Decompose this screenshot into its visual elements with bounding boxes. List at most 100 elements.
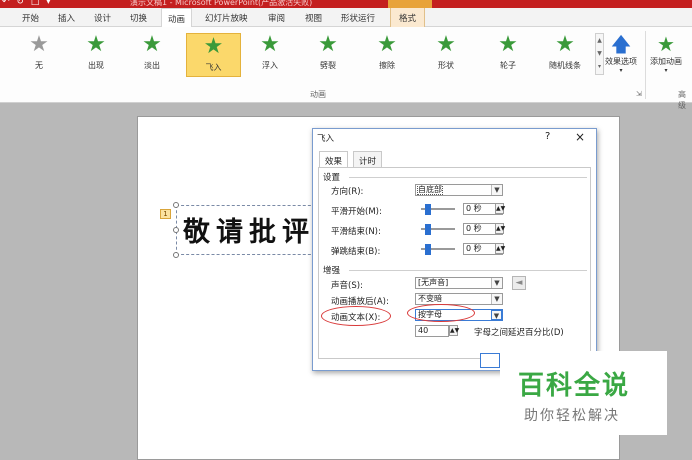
- tab-effect[interactable]: 效果: [319, 151, 349, 168]
- dialog-title: 飞入: [317, 134, 335, 144]
- animation-float-in[interactable]: ★ 浮入: [248, 32, 292, 76]
- speaker-icon[interactable]: ◄: [512, 276, 526, 290]
- bounce-end-label: 弹跳结束(B):: [331, 247, 381, 257]
- slider-thumb[interactable]: [425, 204, 431, 215]
- ribbon: ★ 无 ★ 出现 ★ 淡出 ★ 飞入 ★ 浮入 ★ 劈裂 ★ 擦除 ★ 形状 ★…: [0, 27, 692, 110]
- star-grey-icon: ★: [29, 32, 49, 57]
- effect-options-button[interactable]: 🡅 效果选项 ▾: [605, 32, 637, 74]
- star-green-icon: ★: [260, 32, 280, 57]
- close-button[interactable]: ×: [575, 130, 585, 144]
- tab-home[interactable]: 开始: [22, 12, 39, 24]
- sound-value: [无声音]: [418, 278, 449, 287]
- gallery-scroll[interactable]: ▲ ▼ ▾: [595, 33, 604, 75]
- letter-delay-spinner[interactable]: 40: [415, 325, 449, 337]
- tab-slideshow[interactable]: 幻灯片放映: [205, 12, 248, 24]
- chevron-down-icon: ▾: [619, 67, 623, 74]
- fly-in-dialog: 飞入 ? × 效果 计时 设置 方向(R): 自底部 ▼ 平滑开始(M): 0 …: [312, 128, 597, 371]
- tab-transitions[interactable]: 切换: [130, 12, 147, 24]
- spin-arrows-icon[interactable]: ▲▼: [495, 223, 505, 234]
- animation-shape[interactable]: ★ 形状: [424, 32, 468, 76]
- smooth-start-label: 平滑开始(M):: [331, 207, 382, 217]
- animation-label: 随机线条: [549, 61, 581, 70]
- star-green-icon: ★: [142, 32, 162, 57]
- chevron-down-icon: ▼: [491, 294, 502, 304]
- section-divider: [349, 177, 587, 178]
- animation-fly-in[interactable]: ★ 飞入: [186, 33, 241, 77]
- direction-select[interactable]: 自底部 ▼: [415, 184, 503, 196]
- star-green-icon: ★: [318, 32, 338, 57]
- smooth-end-slider[interactable]: [421, 224, 455, 235]
- star-add-icon: ★: [657, 32, 675, 56]
- window-title: 演示文稿1 - Microsoft PowerPoint(产品激活失败): [130, 0, 313, 7]
- animation-order-tag[interactable]: 1: [160, 209, 171, 219]
- add-animation-button[interactable]: ★ 添加动画 ▾: [650, 32, 682, 74]
- ok-button[interactable]: [480, 353, 500, 368]
- resize-handle[interactable]: [173, 252, 179, 258]
- tab-view[interactable]: 视图: [305, 12, 322, 24]
- letter-delay-label: 字母之间延迟百分比(D): [474, 328, 564, 338]
- slider-thumb[interactable]: [425, 224, 431, 235]
- enhancements-section-label: 增强: [323, 266, 341, 276]
- star-green-icon: ★: [555, 32, 575, 57]
- watermark-subtitle: 助你轻松解决: [524, 408, 620, 424]
- spin-arrows-icon[interactable]: ▲▼: [495, 203, 505, 214]
- animation-label: 无: [35, 61, 43, 70]
- star-green-icon: ★: [203, 34, 224, 59]
- direction-value: 自底部: [417, 185, 443, 195]
- section-divider: [349, 270, 587, 271]
- resize-handle[interactable]: [173, 227, 179, 233]
- watermark: 百科全说 助你轻松解决: [500, 351, 667, 435]
- animation-none[interactable]: ★ 无: [17, 32, 61, 76]
- animation-wipe[interactable]: ★ 擦除: [365, 32, 409, 76]
- animation-label: 轮子: [500, 61, 516, 70]
- context-tool-label: [388, 0, 432, 8]
- chevron-down-icon: ▼: [491, 310, 502, 320]
- resize-handle[interactable]: [173, 202, 179, 208]
- help-button[interactable]: ?: [545, 131, 550, 142]
- slide-text: 敬请批评: [183, 217, 315, 248]
- tab-review[interactable]: 审阅: [268, 12, 285, 24]
- animation-label: 出现: [88, 61, 104, 70]
- watermark-title: 百科全说: [518, 371, 631, 401]
- tab-insert[interactable]: 插入: [58, 12, 75, 24]
- tab-design[interactable]: 设计: [94, 12, 111, 24]
- chevron-down-icon: ▼: [491, 278, 502, 288]
- ribbon-tab-row: 开始 插入 设计 切换 动画 幻灯片放映 审阅 视图 形状运行 格式: [0, 8, 692, 27]
- animation-appear[interactable]: ★ 出现: [74, 32, 118, 76]
- tab-format[interactable]: 格式: [390, 8, 426, 27]
- sound-label: 声音(S):: [331, 281, 363, 291]
- animation-label: 飞入: [205, 63, 222, 72]
- after-animation-select[interactable]: 不变暗 ▼: [415, 293, 503, 305]
- spin-arrows-icon[interactable]: ▲▼: [449, 325, 459, 336]
- animation-fade[interactable]: ★ 淡出: [130, 32, 174, 76]
- chevron-down-icon: ▾: [664, 67, 668, 74]
- group-label-advanced: 高级: [678, 90, 686, 110]
- spin-arrows-icon[interactable]: ▲▼: [495, 243, 505, 254]
- title-bar: ↶ ↻ □ ▾ 演示文稿1 - Microsoft PowerPoint(产品激…: [0, 0, 692, 8]
- direction-label: 方向(R):: [331, 187, 364, 197]
- star-green-icon: ★: [377, 32, 397, 57]
- dialog-launcher-icon[interactable]: ⇲: [636, 90, 642, 98]
- star-green-icon: ★: [86, 32, 106, 57]
- slide-textbox[interactable]: 敬请批评: [176, 205, 321, 255]
- tab-animations[interactable]: 动画: [161, 8, 193, 27]
- slider-thumb[interactable]: [425, 244, 431, 255]
- bounce-end-slider[interactable]: [421, 244, 455, 255]
- tab-timing[interactable]: 计时: [353, 151, 383, 167]
- star-green-icon: ★: [498, 32, 518, 57]
- animation-wheel[interactable]: ★ 轮子: [486, 32, 530, 76]
- group-label-animation: 动画: [310, 90, 326, 99]
- group-separator: [645, 31, 646, 99]
- highlight-ellipse: [321, 306, 391, 326]
- animation-split[interactable]: ★ 劈裂: [306, 32, 350, 76]
- smooth-end-label: 平滑结束(N):: [331, 227, 381, 237]
- star-green-icon: ★: [436, 32, 456, 57]
- sound-select[interactable]: [无声音] ▼: [415, 277, 503, 289]
- chevron-down-icon: ▼: [491, 185, 502, 195]
- animation-random-bars[interactable]: ★ 随机线条: [540, 32, 590, 76]
- tab-shape-run[interactable]: 形状运行: [341, 12, 375, 24]
- animation-label: 浮入: [262, 61, 278, 70]
- quick-access-toolbar[interactable]: ↶ ↻ □ ▾: [2, 0, 53, 7]
- smooth-start-slider[interactable]: [421, 204, 455, 215]
- animation-label: 擦除: [379, 61, 395, 70]
